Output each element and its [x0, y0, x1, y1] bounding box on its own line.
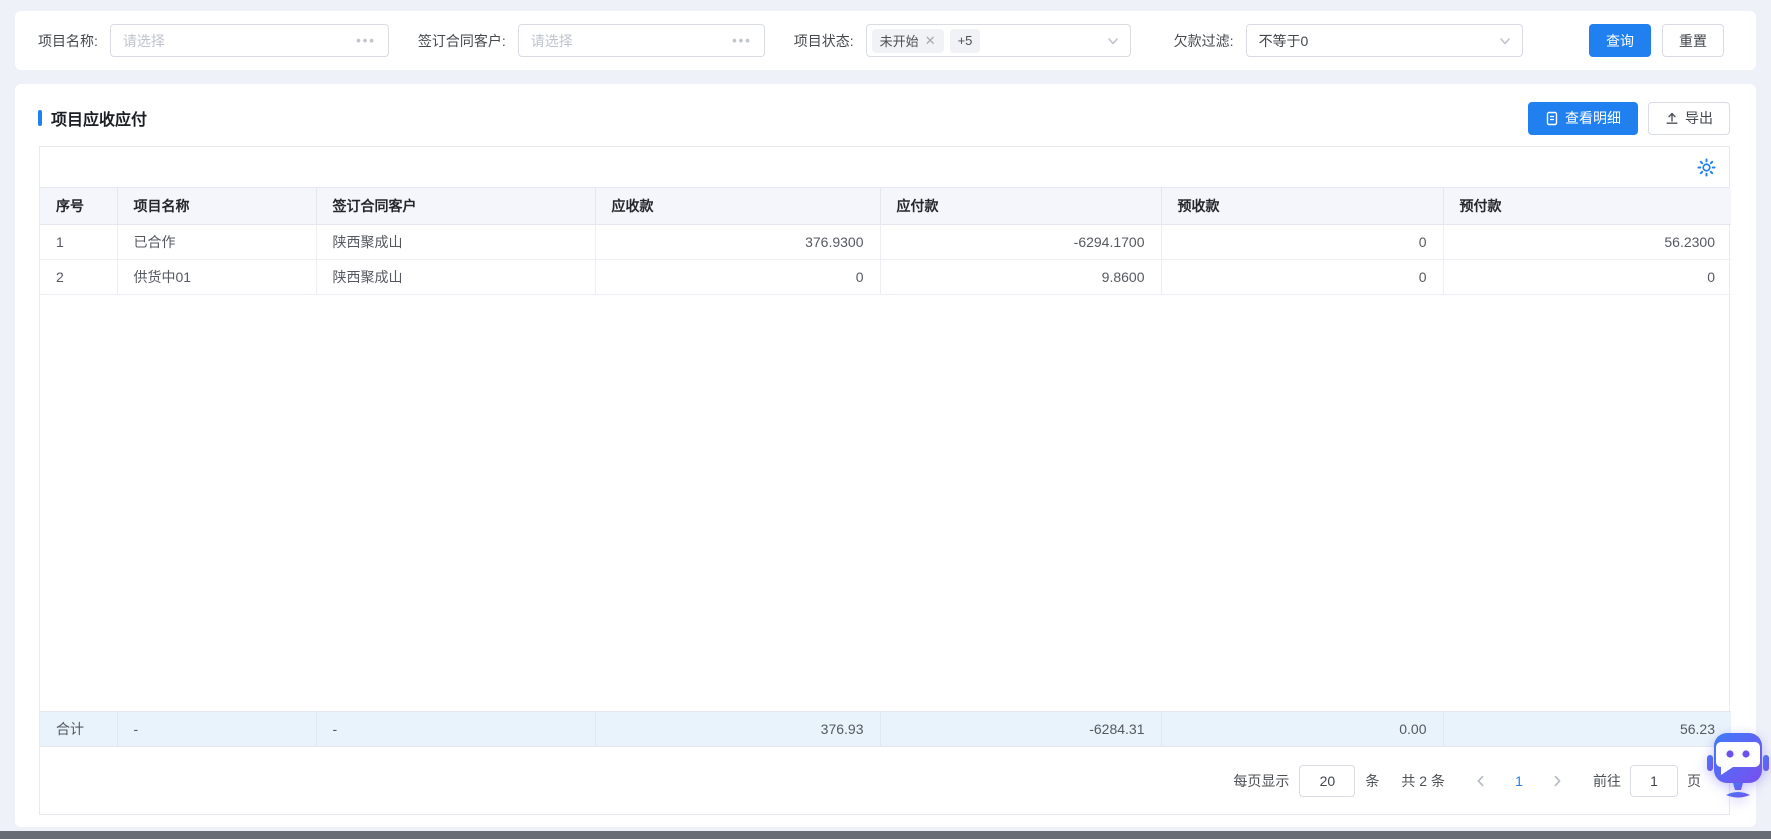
query-button[interactable]: 查询: [1589, 24, 1651, 57]
cell-payable: 9.8600: [880, 259, 1162, 295]
col-header-index: 序号: [40, 188, 118, 225]
page-number-current[interactable]: 1: [1509, 773, 1529, 789]
main-panel: 项目应收应付 查看明细 导出 序号 项目名称 签订合同客户 应收款 应付款 预收…: [15, 84, 1756, 827]
summary-table: 合计 - - 376.93 -6284.31 0.00 56.23: [40, 710, 1731, 746]
table-row[interactable]: 1 已合作 陕西聚成山 376.9300 -6294.1700 0 56.230…: [40, 224, 1731, 260]
contract-customer-select[interactable]: 请选择 •••: [517, 24, 765, 57]
reset-button[interactable]: 重置: [1662, 24, 1724, 57]
ellipsis-icon[interactable]: •••: [356, 33, 388, 48]
project-status-select[interactable]: 未开始 ✕ +5: [865, 24, 1131, 57]
chevron-down-icon: [1106, 34, 1130, 48]
project-status-label: 项目状态:: [793, 32, 854, 49]
prev-page-icon[interactable]: [1467, 767, 1495, 795]
page-size-unit-label: 条: [1365, 772, 1380, 789]
debt-filter-label: 欠款过滤:: [1173, 32, 1234, 49]
table-container: 序号 项目名称 签订合同客户 应收款 应付款 预收款 预付款 1 已合作 陕西聚…: [39, 146, 1731, 815]
summary-row: 合计 - - 376.93 -6284.31 0.00 56.23: [40, 711, 1731, 746]
col-header-payable: 应付款: [880, 188, 1162, 225]
robot-assistant-icon[interactable]: [1706, 731, 1770, 805]
contract-customer-label: 签订合同客户:: [417, 32, 506, 49]
ellipsis-icon[interactable]: •••: [732, 33, 764, 48]
debt-filter-select[interactable]: 不等于0: [1245, 24, 1523, 57]
summary-project-name: -: [117, 711, 317, 746]
view-detail-button[interactable]: 查看明细: [1528, 101, 1638, 135]
debt-filter-value: 不等于0: [1258, 32, 1309, 49]
table-empty-area: [40, 295, 1729, 711]
project-name-select[interactable]: 请选择 •••: [109, 24, 389, 57]
cell-prepayment: 56.2300: [1443, 224, 1731, 260]
cell-receivable: 0: [595, 259, 881, 295]
summary-customer: -: [316, 711, 596, 746]
project-name-label: 项目名称:: [38, 32, 98, 49]
table-toolbar: [40, 147, 1729, 188]
summary-payable: -6284.31: [880, 711, 1162, 746]
document-icon: [1545, 111, 1559, 126]
cell-receivable: 376.9300: [595, 224, 881, 260]
status-tag: 未开始 ✕: [871, 28, 944, 53]
export-button[interactable]: 导出: [1648, 101, 1730, 135]
col-header-advance-receipt: 预收款: [1161, 188, 1444, 225]
cell-payable: -6294.1700: [880, 224, 1162, 260]
cell-project-name: 供货中01: [117, 259, 317, 295]
cell-index: 1: [40, 224, 118, 260]
panel-header: 项目应收应付 查看明细 导出: [15, 84, 1756, 136]
view-detail-label: 查看明细: [1565, 110, 1621, 126]
page-size-input[interactable]: [1299, 764, 1356, 797]
status-more-tag: +5: [949, 28, 981, 53]
page-size-label: 每页显示: [1233, 772, 1290, 789]
summary-prepayment: 56.23: [1443, 711, 1731, 746]
window-bottom-edge: [0, 831, 1771, 839]
data-table: 序号 项目名称 签订合同客户 应收款 应付款 预收款 预付款 1 已合作 陕西聚…: [40, 188, 1731, 295]
contract-customer-placeholder: 请选择: [530, 32, 573, 49]
next-page-icon[interactable]: [1543, 767, 1571, 795]
cell-advance-receipt: 0: [1161, 259, 1444, 295]
goto-page-input[interactable]: [1630, 764, 1678, 797]
total-count-label: 共 2 条: [1401, 772, 1445, 789]
project-name-placeholder: 请选择: [122, 32, 165, 49]
filter-bar: 项目名称: 请选择 ••• 签订合同客户: 请选择 ••• 项目状态: 未开始 …: [15, 11, 1756, 70]
export-label: 导出: [1685, 110, 1713, 126]
col-header-receivable: 应收款: [595, 188, 881, 225]
pagination-bar: 每页显示 条 共 2 条 1 前往 页: [40, 746, 1729, 814]
cell-customer: 陕西聚成山: [316, 224, 596, 260]
cell-project-name: 已合作: [117, 224, 317, 260]
summary-label: 合计: [40, 711, 118, 746]
cell-prepayment: 0: [1443, 259, 1731, 295]
title-accent-bar: [38, 110, 42, 126]
cell-advance-receipt: 0: [1161, 224, 1444, 260]
summary-receivable: 376.93: [595, 711, 881, 746]
col-header-project-name: 项目名称: [117, 188, 317, 225]
gear-icon[interactable]: [1697, 157, 1716, 177]
summary-advance-receipt: 0.00: [1161, 711, 1444, 746]
table-header-row: 序号 项目名称 签订合同客户 应收款 应付款 预收款 预付款: [40, 188, 1731, 225]
cell-customer: 陕西聚成山: [316, 259, 596, 295]
goto-unit-label: 页: [1687, 772, 1701, 789]
chevron-down-icon: [1498, 34, 1522, 48]
col-header-prepayment: 预付款: [1443, 188, 1731, 225]
tag-close-icon[interactable]: ✕: [925, 33, 936, 49]
status-tag-label: 未开始: [879, 34, 919, 49]
col-header-customer: 签订合同客户: [316, 188, 596, 225]
table-row[interactable]: 2 供货中01 陕西聚成山 0 9.8600 0 0: [40, 259, 1731, 295]
page-title: 项目应收应付: [51, 112, 148, 129]
cell-index: 2: [40, 259, 118, 295]
goto-label: 前往: [1593, 772, 1621, 789]
upload-icon: [1665, 111, 1679, 125]
